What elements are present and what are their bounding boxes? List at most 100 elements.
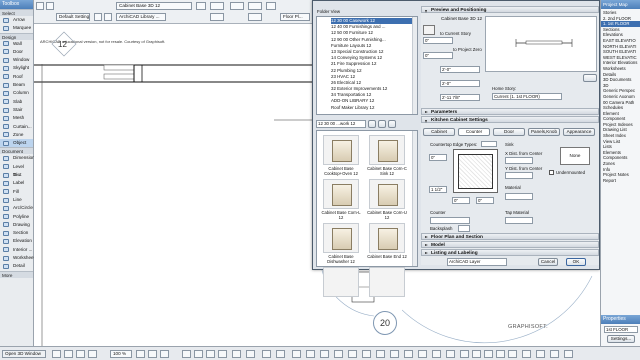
status-tool-icon[interactable] — [446, 350, 455, 358]
tool-marquee[interactable]: Marquee — [0, 24, 33, 32]
arrow-tool-icon[interactable] — [36, 2, 44, 10]
tap-material-field[interactable] — [505, 217, 533, 224]
tool-interior[interactable]: Interior ... — [0, 246, 33, 254]
library-object-thumbnail[interactable] — [323, 135, 359, 165]
layer-select[interactable]: ArchiCAD Layer — [447, 258, 507, 266]
library-object-thumbnail[interactable] — [323, 267, 359, 297]
backsplash-field[interactable] — [458, 225, 470, 232]
project-map-item[interactable]: SOUTH ELEVATI — [601, 49, 640, 55]
tool-mesh[interactable]: Mesh — [0, 114, 33, 122]
tree-scrollbar[interactable] — [412, 17, 417, 114]
view-mode-button[interactable] — [378, 120, 386, 128]
object-name-field[interactable]: Cabinet Base 3D 12 — [116, 2, 192, 10]
library-folder[interactable]: Roof Maker Library 12 — [331, 105, 417, 111]
library-tree[interactable]: 12 30 00 Casework 12 12 40 00 Furnishings… — [316, 16, 418, 115]
properties-value-field[interactable]: 1st FLOOR — [604, 326, 638, 333]
tab-cabinet[interactable]: Cabinet — [423, 128, 455, 136]
tool-stair[interactable]: Stair — [0, 106, 33, 114]
thumbnail-view-button[interactable] — [388, 120, 396, 128]
library-object-thumbnail[interactable] — [369, 135, 405, 165]
preview-mode-button[interactable] — [583, 74, 597, 82]
thumb-scrollbar[interactable] — [412, 131, 417, 266]
library-object-thumbnail[interactable] — [369, 267, 405, 297]
tool-level-di[interactable]: Level Di... — [0, 163, 33, 177]
thumbnail-pane[interactable]: Cabinet Base Cooktop+Oven 12 Cabinet Base… — [316, 130, 418, 297]
status-tool-icon[interactable] — [136, 350, 145, 358]
tool-label[interactable]: Label — [0, 179, 33, 187]
tab-panels-knob[interactable]: Panels,Knob — [528, 128, 560, 136]
tool-curtain[interactable]: Curtain... — [0, 123, 33, 131]
tool-arrow[interactable]: Arrow — [0, 16, 33, 24]
floor-plan-section-header[interactable]: Floor Plan and Section — [421, 233, 599, 240]
kitchen-settings-header[interactable]: Kitchen Cabinet Settings — [421, 116, 599, 123]
status-tool-icon[interactable] — [460, 350, 469, 358]
toolbox-section-more[interactable]: More — [0, 270, 33, 278]
height-field[interactable]: 2'-11 7/8" — [440, 94, 480, 101]
tool-zone[interactable]: Zone — [0, 131, 33, 139]
status-tool-icon[interactable] — [232, 350, 241, 358]
status-tool-icon[interactable] — [536, 350, 545, 358]
tool-line[interactable]: Line — [0, 196, 33, 204]
dimension-field-2[interactable] — [210, 13, 224, 21]
status-tool-icon[interactable] — [206, 350, 215, 358]
model-section-header[interactable]: Model — [421, 241, 599, 248]
countertop-dim-1[interactable]: 0" — [452, 197, 470, 204]
tool-dimension[interactable]: Dimension — [0, 154, 35, 162]
status-tool-icon[interactable] — [262, 350, 271, 358]
ok-button[interactable]: OK — [566, 258, 586, 266]
countertop-thickness-field[interactable]: 1 1/2" — [429, 186, 447, 193]
status-tool-icon[interactable] — [334, 350, 343, 358]
status-tool-icon[interactable] — [348, 350, 357, 358]
layer-icon[interactable] — [196, 2, 206, 10]
open-3d-window-button[interactable]: Open 3D Window — [2, 350, 46, 358]
tab-appearance[interactable]: Appearance — [563, 128, 595, 136]
settings-icon[interactable] — [94, 13, 102, 21]
tab-counter[interactable]: Counter — [458, 128, 490, 136]
elevation-field[interactable] — [248, 2, 262, 10]
elevation-zero-field[interactable]: 0" — [423, 52, 453, 59]
toolbox-section-document[interactable]: Document — [0, 147, 33, 155]
status-tool-icon[interactable] — [148, 350, 157, 358]
library-object-thumbnail[interactable] — [323, 223, 359, 253]
library-object-thumbnail[interactable] — [369, 179, 405, 209]
status-tool-icon[interactable] — [404, 350, 413, 358]
status-tool-icon[interactable] — [362, 350, 371, 358]
project-map-item[interactable]: Report — [601, 178, 640, 184]
status-tool-icon[interactable] — [292, 350, 301, 358]
width-field[interactable]: 2'-0" — [440, 66, 480, 73]
tool-beam[interactable]: Beam — [0, 81, 33, 89]
library-field[interactable]: ArchiCAD Library ... — [116, 13, 166, 21]
status-tool-icon[interactable] — [160, 350, 169, 358]
status-tool-icon[interactable] — [276, 350, 285, 358]
listing-section-header[interactable]: Listing and Labeling — [421, 249, 599, 256]
tool-detail[interactable]: Detail — [0, 262, 33, 270]
tool-skylight[interactable]: Skylight — [0, 64, 33, 72]
tool-section[interactable]: Section — [0, 229, 33, 237]
status-tool-icon[interactable] — [246, 350, 255, 358]
tool-text[interactable]: Text — [0, 171, 33, 179]
status-tool-icon[interactable] — [472, 350, 481, 358]
status-tool-icon[interactable] — [88, 350, 97, 358]
status-tool-icon[interactable] — [194, 350, 203, 358]
elevation-field-2[interactable] — [248, 13, 262, 21]
tool-arc-circle[interactable]: Arc/Circle — [0, 204, 33, 212]
countertop-dim-2[interactable]: 0" — [476, 197, 494, 204]
status-tool-icon[interactable] — [64, 350, 73, 358]
path-field[interactable]: 12 30 00 ...work 12 — [316, 120, 366, 128]
status-tool-icon[interactable] — [52, 350, 61, 358]
pet-palette-icon[interactable] — [46, 2, 54, 10]
preview-section-header[interactable]: Preview and Positioning — [421, 6, 599, 13]
countertop-offset-field[interactable]: 0" — [429, 154, 447, 161]
status-tool-icon[interactable] — [508, 350, 517, 358]
y-dist-field[interactable] — [505, 172, 533, 179]
plan-right-area[interactable]: GRAPHISOFT. — [402, 270, 600, 346]
favorites-icon[interactable] — [104, 13, 112, 21]
status-tool-icon[interactable] — [484, 350, 493, 358]
sink-none-button[interactable]: None — [560, 147, 590, 165]
cancel-button[interactable]: Cancel — [538, 258, 558, 266]
status-tool-icon[interactable] — [432, 350, 441, 358]
parameters-section-header[interactable]: Parameters — [421, 108, 599, 115]
toolbox-section-select[interactable]: Select — [0, 9, 33, 16]
tool-drawing[interactable]: Drawing — [0, 221, 33, 229]
angle-field[interactable] — [230, 2, 244, 10]
